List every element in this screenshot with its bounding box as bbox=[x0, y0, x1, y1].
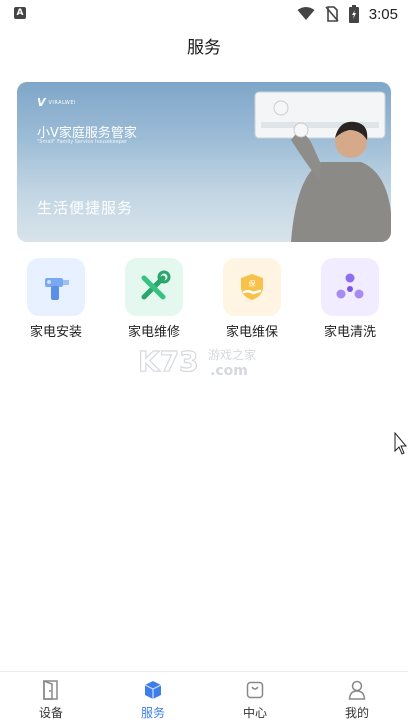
mouse-cursor-icon bbox=[394, 432, 408, 455]
logo-brand-text: VIRALWEI bbox=[48, 99, 77, 106]
nav-label: 设备 bbox=[38, 706, 63, 720]
banner-slogan: 生活便捷服务 bbox=[37, 199, 134, 217]
nav-devices[interactable]: 设备 bbox=[0, 672, 102, 725]
fan-icon bbox=[321, 258, 379, 316]
service-label: 家电安装 bbox=[29, 325, 82, 340]
wifi-icon bbox=[297, 7, 315, 20]
technician-illustration bbox=[254, 91, 391, 242]
nav-label: 中心 bbox=[242, 706, 267, 720]
service-label: 家电维保 bbox=[225, 325, 278, 340]
tools-icon bbox=[125, 258, 183, 316]
service-label: 家电清洗 bbox=[323, 325, 376, 340]
nav-label: 服务 bbox=[140, 706, 165, 720]
k73-watermark: K73 游戏之家 .com bbox=[138, 345, 256, 377]
bottom-nav: 设备 服务 中心 我的 bbox=[0, 671, 408, 725]
status-time: 3:05 bbox=[368, 5, 398, 23]
svg-text:.com: .com bbox=[210, 363, 248, 377]
svg-text:K73: K73 bbox=[138, 345, 199, 377]
promo-banner[interactable]: V VIRALWEI 小V家庭服务管家 "Small" Family Servi… bbox=[17, 82, 391, 242]
battery-charging-icon bbox=[348, 5, 359, 23]
status-bar: A 3:05 bbox=[0, 0, 408, 28]
nav-mine[interactable]: 我的 bbox=[306, 672, 408, 725]
notification-icon: A bbox=[14, 7, 26, 19]
page-title: 服务 bbox=[187, 38, 221, 58]
banner-subheading: "Small" Family Service housekeeper bbox=[37, 139, 128, 145]
bag-icon bbox=[245, 680, 265, 700]
nav-center[interactable]: 中心 bbox=[204, 672, 306, 725]
status-icons: 3:05 bbox=[297, 4, 398, 24]
brand-logo: V VIRALWEI bbox=[37, 96, 76, 109]
shield-hand-icon: 保 bbox=[223, 258, 281, 316]
user-icon bbox=[347, 680, 367, 700]
service-cleaning[interactable]: 家电清洗 bbox=[310, 258, 390, 340]
cube-icon bbox=[143, 680, 163, 700]
nav-label: 我的 bbox=[344, 706, 369, 720]
service-grid: 家电安装 家电维修 保 家电维保 家电清洗 bbox=[0, 258, 408, 340]
svg-text:保: 保 bbox=[249, 279, 256, 288]
no-sim-icon bbox=[325, 6, 339, 22]
service-repair[interactable]: 家电维修 bbox=[114, 258, 194, 340]
drill-icon bbox=[27, 258, 85, 316]
logo-mark: V bbox=[37, 96, 46, 109]
door-icon bbox=[41, 680, 61, 700]
service-maintenance[interactable]: 保 家电维保 bbox=[212, 258, 292, 340]
service-install[interactable]: 家电安装 bbox=[16, 258, 96, 340]
nav-services[interactable]: 服务 bbox=[102, 672, 204, 725]
svg-text:游戏之家: 游戏之家 bbox=[208, 347, 256, 362]
service-label: 家电维修 bbox=[127, 325, 180, 340]
